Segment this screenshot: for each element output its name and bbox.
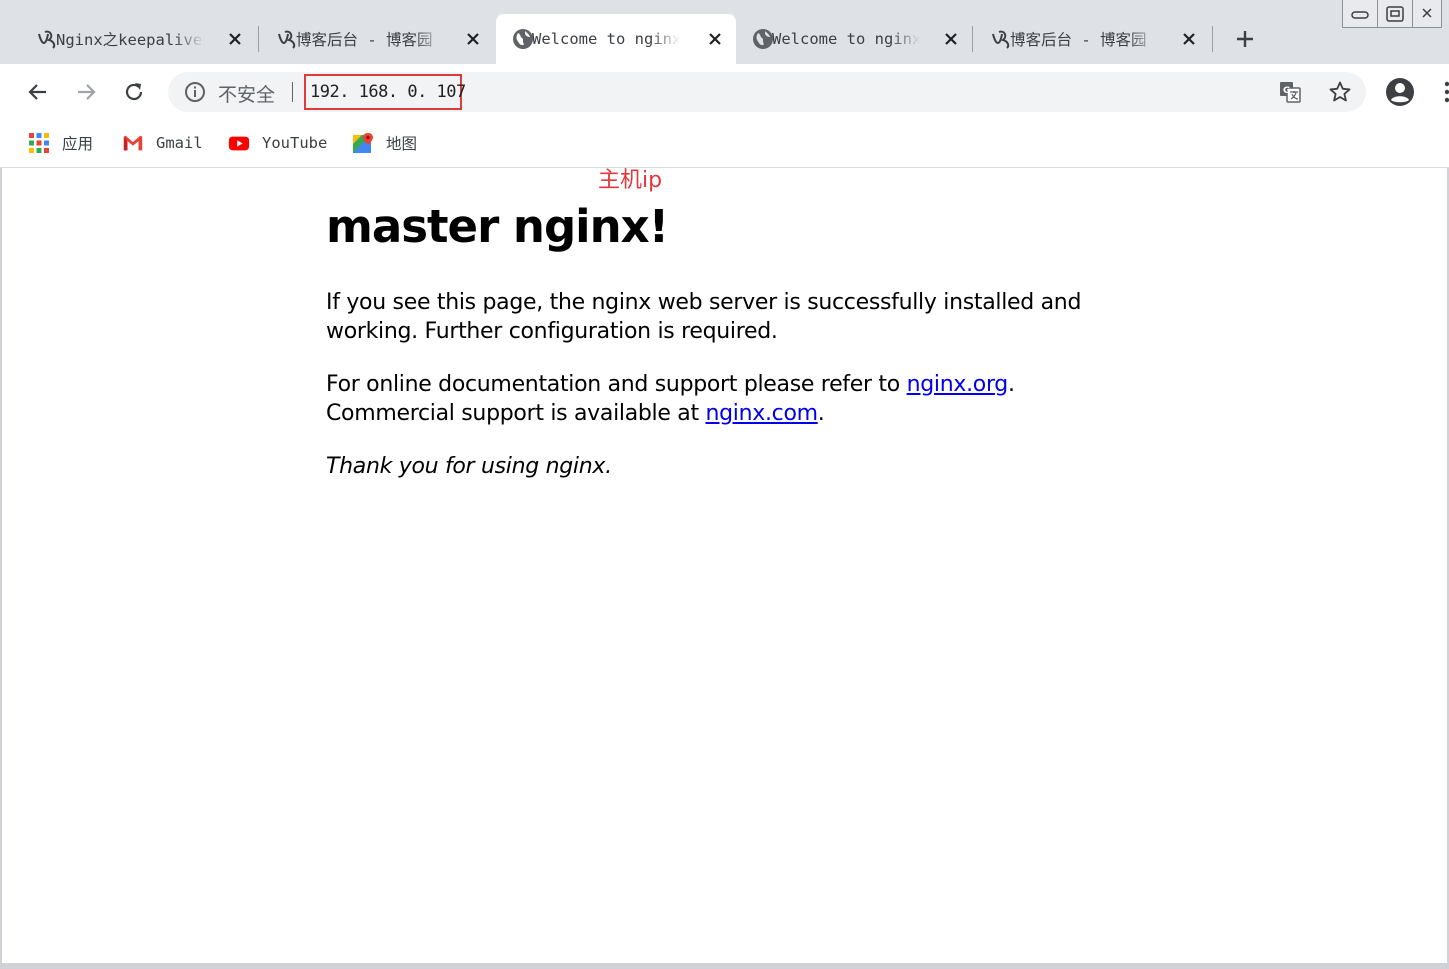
globe-icon — [753, 29, 773, 49]
tab-title: 博客后台 - 博客园 — [296, 31, 433, 49]
arrow-left-icon — [28, 84, 46, 100]
tab-welcome-nginx[interactable]: Welcome to nginx! — [736, 14, 972, 64]
forward-button[interactable] — [70, 76, 102, 108]
gmail-icon — [123, 135, 143, 151]
tab-nginx-keepalived[interactable]: Nginx之keepalived — [20, 14, 256, 64]
arrow-right-icon — [78, 84, 96, 100]
window-controls — [1342, 0, 1442, 28]
blog-logo-icon — [38, 30, 56, 49]
thanks-paragraph: Thank you for using nginx. — [326, 452, 1096, 481]
back-button[interactable] — [22, 76, 54, 108]
close-icon[interactable] — [224, 28, 246, 50]
globe-icon — [513, 29, 533, 49]
reload-button[interactable] — [118, 76, 150, 108]
youtube-icon — [228, 136, 250, 151]
tab-welcome-nginx-active[interactable]: Welcome to nginx! — [496, 14, 736, 64]
commercial-punct: . — [817, 400, 825, 426]
minimize-button[interactable] — [1342, 0, 1378, 28]
restore-button[interactable] — [1377, 0, 1413, 28]
omnibox-separator — [292, 82, 293, 102]
address-bar[interactable]: 不安全 192. 168. 0. 107 G — [168, 72, 1366, 112]
tab-title: Welcome to nginx! — [532, 30, 680, 48]
bookmark-gmail[interactable]: Gmail — [122, 130, 203, 156]
minimize-icon — [1351, 10, 1369, 19]
tab-separator — [972, 26, 973, 52]
host-ip-annotation: 主机ip — [598, 168, 663, 193]
tab-blog-admin-2[interactable]: 博客后台 - 博客园 — [974, 14, 1210, 64]
blog-logo-icon — [992, 30, 1010, 49]
svg-text:G: G — [1283, 86, 1290, 96]
tab-title: Nginx之keepalived — [56, 31, 204, 49]
doc-punct: . — [1007, 371, 1015, 397]
thanks-text: Thank you for using nginx. — [326, 453, 612, 479]
bookmark-label: Gmail — [156, 134, 203, 152]
apps-grid-icon — [29, 133, 49, 153]
profile-avatar-icon[interactable] — [1384, 76, 1416, 108]
info-icon[interactable] — [184, 81, 206, 103]
plus-icon — [1237, 31, 1253, 47]
bookmark-maps[interactable]: 地图 — [352, 130, 417, 156]
close-window-button[interactable] — [1412, 0, 1442, 28]
tab-title: 博客后台 - 博客园 — [1010, 31, 1147, 49]
tab-separator — [258, 26, 259, 52]
new-tab-button[interactable] — [1230, 24, 1260, 54]
tab-separator — [1212, 26, 1213, 52]
bookmark-apps[interactable]: 应用 — [28, 130, 93, 156]
page-viewport: 主机ip master nginx! If you see this page,… — [0, 168, 1449, 969]
bookmark-youtube[interactable]: YouTube — [228, 130, 327, 156]
tab-title: Welcome to nginx! — [772, 30, 920, 48]
translate-icon[interactable]: G — [1278, 80, 1302, 104]
browser-toolbar: 不安全 192. 168. 0. 107 G — [0, 64, 1449, 120]
close-icon — [1422, 7, 1432, 18]
url-text[interactable]: 192. 168. 0. 107 — [310, 82, 466, 102]
bookmark-star-icon[interactable] — [1328, 80, 1352, 104]
bookmark-label: 应用 — [62, 135, 94, 153]
close-icon[interactable] — [1178, 28, 1200, 50]
restore-icon — [1386, 5, 1404, 22]
maps-icon — [353, 133, 373, 153]
close-icon[interactable] — [462, 28, 484, 50]
commercial-text: Commercial support is available at — [326, 400, 706, 426]
intro-paragraph: If you see this page, the nginx web serv… — [326, 289, 1082, 344]
nginx-welcome-page: master nginx! If you see this page, the … — [326, 202, 1096, 505]
security-label[interactable]: 不安全 — [218, 80, 275, 107]
bookmark-label: 地图 — [386, 135, 418, 153]
bookmarks-bar: 应用 Gmail YouTube 地图 — [0, 120, 1449, 168]
page-heading: master nginx! — [326, 200, 669, 253]
tab-strip: Nginx之keepalived 博客后台 - 博客园 Welcome to n… — [0, 0, 1449, 64]
url-highlight-box: 192. 168. 0. 107 — [304, 74, 466, 110]
nginx-com-link[interactable]: nginx.com — [706, 401, 819, 426]
close-icon[interactable] — [940, 28, 962, 50]
blog-logo-icon — [278, 30, 296, 49]
close-icon[interactable] — [704, 28, 726, 50]
doc-text: For online documentation and support ple… — [326, 371, 907, 397]
more-menu-icon[interactable] — [1438, 78, 1449, 106]
reload-icon — [125, 83, 143, 101]
documentation-paragraph: For online documentation and support ple… — [326, 370, 1096, 428]
tab-blog-admin[interactable]: 博客后台 - 博客园 — [260, 14, 494, 64]
nginx-org-link[interactable]: nginx.org — [907, 372, 1009, 397]
bookmark-label: YouTube — [262, 134, 328, 152]
